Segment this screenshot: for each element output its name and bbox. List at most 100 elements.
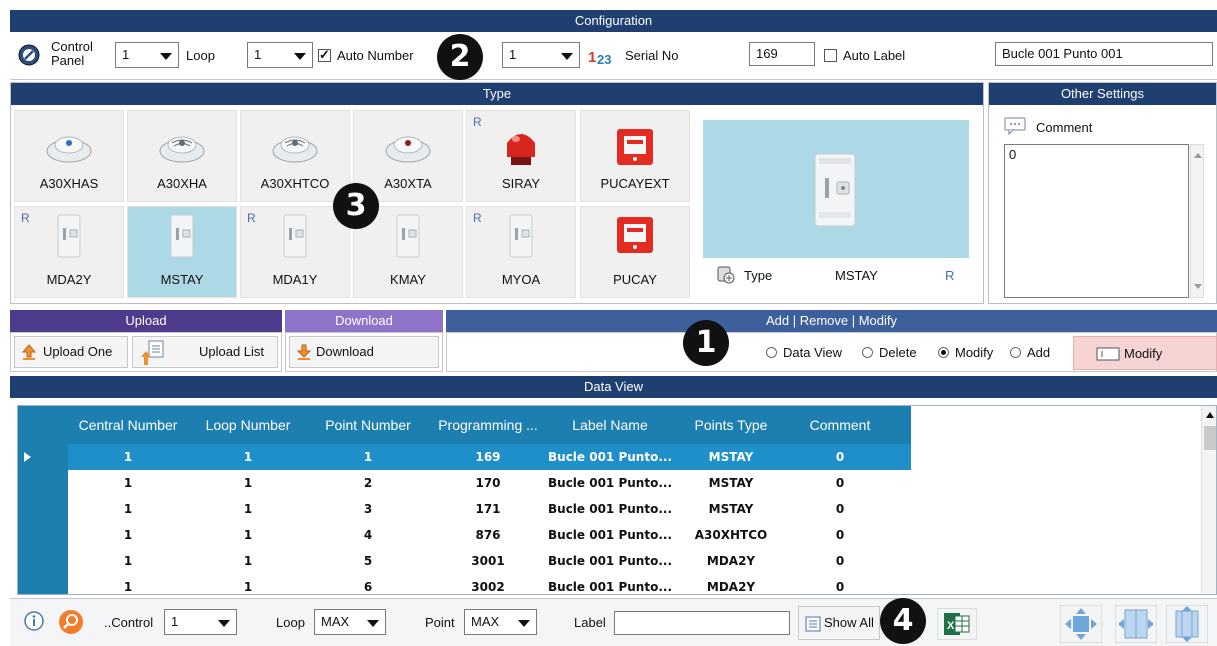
upload-one-label: Upload One <box>43 344 113 359</box>
scroll-down-icon[interactable] <box>1194 284 1202 289</box>
tile-label: A30XHTCO <box>260 176 330 191</box>
radio-delete[interactable]: Delete <box>862 345 917 360</box>
serial-label: Serial No <box>625 48 679 63</box>
device-icon <box>15 213 123 262</box>
search-icon[interactable] <box>58 609 84 635</box>
callout-badge-1: 1 <box>683 320 729 366</box>
auto-number-checkbox[interactable]: Auto Number <box>318 47 414 63</box>
tile-label: A30XHA <box>157 176 207 191</box>
type-tile-pucayext[interactable]: PUCAYEXT <box>580 110 690 202</box>
footer-loop-label: Loop <box>276 615 305 630</box>
table-cell: 1 <box>123 450 133 464</box>
auto-label-checkbox[interactable]: Auto Label <box>824 48 905 63</box>
scroll-up-icon[interactable] <box>1194 153 1202 158</box>
column-header[interactable]: Loop Number <box>188 406 308 444</box>
type-tile-mda1y[interactable]: R MDA1Y <box>240 206 350 298</box>
type-tile-pucay[interactable]: PUCAY <box>580 206 690 298</box>
radio-button[interactable] <box>862 347 873 358</box>
type-title: Type <box>482 86 512 101</box>
radio-button[interactable] <box>1010 347 1021 358</box>
table-cell: Bucle 001 Punto... <box>548 554 672 568</box>
show-all-icon <box>805 616 821 632</box>
type-field-value: MSTAY <box>835 268 878 283</box>
callout-badge-2: 2 <box>437 34 483 80</box>
info-icon[interactable] <box>23 610 45 632</box>
control-panel-select[interactable]: 1 <box>115 42 179 68</box>
column-header[interactable]: Label Name <box>545 406 675 444</box>
type-tile-a30xhas[interactable]: A30XHAS <box>14 110 124 202</box>
table-cell: 2 <box>363 476 373 490</box>
excel-icon[interactable]: X <box>937 608 977 640</box>
auto-label-check[interactable] <box>824 49 837 62</box>
comment-textarea[interactable]: 0 <box>1004 144 1189 298</box>
scroll-thumb[interactable] <box>1204 426 1216 450</box>
type-tile-a30xhtco[interactable]: A30XHTCO <box>240 110 350 202</box>
other-settings-header: Other Settings <box>989 83 1216 105</box>
footer-control-select[interactable]: 1 <box>164 609 237 635</box>
column-header[interactable]: Comment <box>795 406 885 444</box>
upload-list-button[interactable]: Upload List <box>132 336 278 368</box>
column-header[interactable]: Central Number <box>68 406 188 444</box>
arm-title: Add | Remove | Modify <box>765 313 898 328</box>
tile-label: MYOA <box>501 272 541 287</box>
footer-point-select[interactable]: MAX <box>464 609 537 635</box>
data-grid: Central Number Loop Number Point Number Pro… <box>17 405 1217 595</box>
fit-height-icon[interactable] <box>1166 605 1208 643</box>
type-tile-mda2y[interactable]: R MDA2Y <box>14 206 124 298</box>
footer-label-input[interactable] <box>614 611 790 635</box>
serial-input[interactable]: 169 <box>749 42 815 66</box>
tile-label: KMAY <box>390 272 426 287</box>
footer-loop-select[interactable]: MAX <box>314 609 386 635</box>
radio-button[interactable] <box>938 347 949 358</box>
radio-data-view[interactable]: Data View <box>766 345 842 360</box>
column-header[interactable]: Point Number <box>308 406 428 444</box>
type-tile-myoa[interactable]: R MYOA <box>466 206 576 298</box>
expand-all-icon[interactable] <box>1060 605 1102 643</box>
comment-scrollbar[interactable] <box>1190 144 1204 298</box>
loop-select[interactable]: 1 <box>247 42 313 68</box>
table-cell: 1 <box>243 502 253 516</box>
grid-scrollbar[interactable] <box>1201 406 1216 594</box>
table-cell: 3 <box>363 502 373 516</box>
download-label: Download <box>316 344 374 359</box>
auto-label-label: Auto Label <box>843 48 906 63</box>
tile-label: A30XHAS <box>39 176 99 191</box>
comment-icon <box>1004 117 1026 135</box>
arm-header: Add | Remove | Modify <box>446 310 1217 332</box>
table-cell: 876 <box>475 528 501 542</box>
show-all-label: Show All <box>824 615 874 630</box>
radio-add[interactable]: Add <box>1010 345 1050 360</box>
table-cell: Bucle 001 Punto... <box>548 580 672 594</box>
type-tile-siray[interactable]: R SIRAY <box>466 110 576 202</box>
radio-button[interactable] <box>766 347 777 358</box>
type-tile-a30xha[interactable]: A30XHA <box>127 110 237 202</box>
radio-modify[interactable]: Modify <box>938 345 993 360</box>
other-settings-panel: Other Settings Comment 0 <box>988 82 1217 304</box>
table-cell: 6 <box>363 580 373 594</box>
chevron-down-icon <box>294 53 306 60</box>
scroll-up-icon[interactable] <box>1206 412 1214 418</box>
table-cell: MSTAY <box>708 476 754 490</box>
table-cell: MDA2Y <box>706 554 756 568</box>
upload-one-button[interactable]: Upload One <box>14 336 128 368</box>
auto-number-check[interactable] <box>318 47 331 63</box>
show-all-button[interactable]: Show All <box>798 606 880 640</box>
column-header[interactable]: Points Type <box>676 406 786 444</box>
label-input[interactable]: Bucle 001 Punto 001 <box>995 42 1213 66</box>
table-cell: Bucle 001 Punto... <box>548 450 672 464</box>
table-cell: 1 <box>243 554 253 568</box>
configuration-row: Control Panel 1 Loop 1 Auto Number 2 1 1… <box>10 32 1217 80</box>
type-tile-mstay[interactable]: MSTAY <box>127 206 237 298</box>
device-icon <box>128 213 236 262</box>
device-icon <box>467 125 575 172</box>
chevron-down-icon <box>218 620 230 627</box>
number-select[interactable]: 1 <box>502 42 580 68</box>
number-value: 1 <box>509 47 517 62</box>
device-icon <box>241 125 349 168</box>
fit-width-icon[interactable] <box>1115 605 1157 643</box>
modify-button[interactable]: Modify <box>1073 336 1217 370</box>
comment-label: Comment <box>1036 120 1093 135</box>
column-header[interactable]: Programming ... <box>428 406 548 444</box>
tile-label: PUCAYEXT <box>600 176 670 191</box>
download-button[interactable]: Download <box>289 336 439 368</box>
